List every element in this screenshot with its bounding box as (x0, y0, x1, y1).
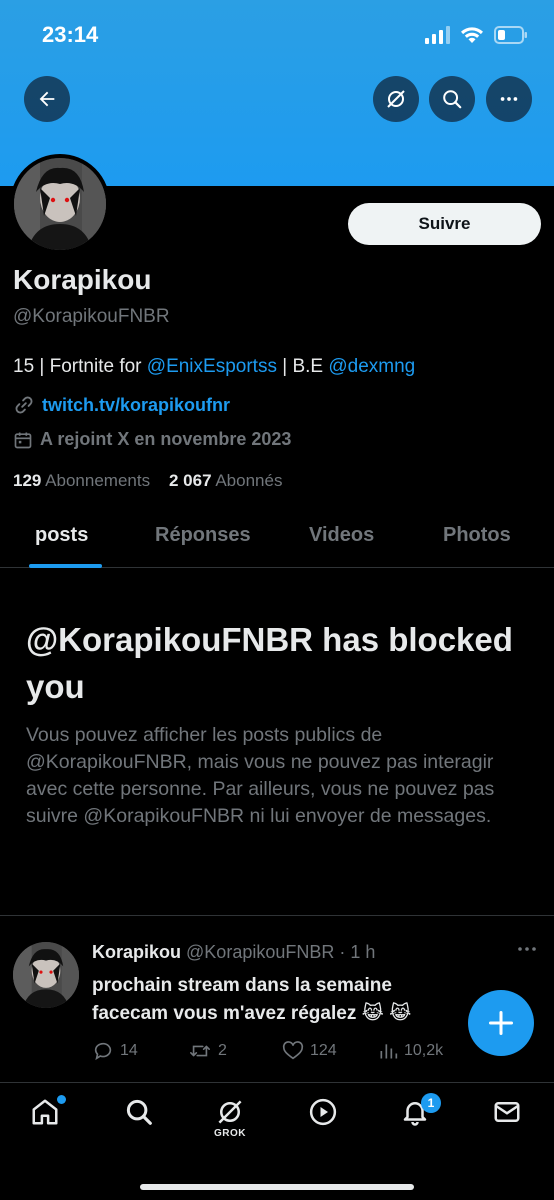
tweet-avatar[interactable] (13, 942, 79, 1008)
retweet-action[interactable]: 2 (188, 1040, 227, 1062)
battery-icon (494, 26, 527, 44)
following-count: 129 (13, 471, 42, 490)
profile-handle: @KorapikouFNBR (13, 306, 170, 327)
reply-icon (94, 1042, 112, 1061)
wifi-icon (461, 27, 483, 43)
followers-label: Abonnés (215, 471, 283, 490)
retweet-icon (190, 1045, 210, 1057)
like-count: 124 (310, 1042, 337, 1059)
bio-mention-enix[interactable]: @EnixEsportss (147, 356, 277, 377)
back-button[interactable] (24, 76, 70, 122)
divider (0, 915, 554, 916)
home-icon (32, 1099, 58, 1125)
bio-text-prefix: 15 | Fortnite for (13, 356, 147, 377)
nav-search[interactable] (111, 1097, 167, 1149)
tab-videos[interactable]: Videos (309, 524, 374, 547)
grok-icon (387, 90, 405, 108)
mail-icon (494, 1102, 520, 1122)
nav-notifications[interactable]: 1 (387, 1093, 443, 1149)
website-link[interactable]: twitch.tv/korapikoufnr (42, 395, 230, 416)
followers-count: 2 067 (168, 471, 212, 490)
calendar-icon (14, 432, 32, 448)
like-action[interactable]: 124 (282, 1040, 337, 1062)
tweet-header: Korapikou @KorapikouFNBR · 1 h (92, 942, 375, 963)
bio-text-middle: | B.E (276, 356, 329, 377)
search-icon (126, 1099, 152, 1125)
bio-mention-dexmng[interactable]: @dexmng (328, 356, 415, 377)
home-indicator (140, 1184, 414, 1190)
status-time: 23:14 (42, 22, 99, 47)
tweet-handle-time: @KorapikouFNBR · 1 h (186, 942, 376, 962)
following-label: Abonnements (45, 471, 151, 490)
active-tab-indicator (29, 564, 102, 568)
follow-button[interactable]: Suivre (348, 203, 541, 245)
signal-icon (425, 26, 450, 44)
tab-photos[interactable]: Photos (443, 524, 511, 547)
views-action[interactable]: 10,2k (378, 1040, 443, 1062)
reply-action[interactable]: 14 (92, 1040, 138, 1062)
website-row: twitch.tv/korapikoufnr (13, 394, 230, 416)
more-icon (518, 947, 536, 951)
retweet-count: 2 (218, 1042, 227, 1059)
avatar-image (13, 942, 79, 1008)
nav-video[interactable] (295, 1097, 351, 1149)
blocked-title: @KorapikouFNBR has blocked you (26, 621, 513, 705)
grok-label: GROK (214, 1128, 246, 1139)
home-unread-dot (57, 1095, 66, 1104)
play-icon (309, 1098, 337, 1126)
reply-count: 14 (120, 1042, 138, 1059)
display-name: Korapikou (13, 264, 152, 295)
views-count: 10,2k (404, 1042, 444, 1059)
following-link[interactable]: 129 Abonnements (13, 471, 150, 490)
like-icon (282, 1041, 304, 1060)
follow-counts: 129 Abonnements 2 067 Abonnés (13, 471, 282, 491)
joined-date: A rejoint X en novembre 2023 (40, 429, 292, 449)
search-button[interactable] (429, 76, 475, 122)
grok-button[interactable] (373, 76, 419, 122)
followers-link[interactable]: 2 067 Abonnés (169, 471, 282, 490)
tweet-text-line-1: prochain stream dans la semaine (92, 975, 392, 996)
more-icon (500, 97, 518, 101)
nav-home[interactable] (17, 1095, 73, 1149)
tab-posts[interactable]: posts (35, 524, 88, 547)
tweet-author-name[interactable]: Korapikou (92, 942, 181, 962)
profile-avatar[interactable] (10, 154, 110, 254)
notifications-badge: 1 (421, 1093, 441, 1113)
link-icon (15, 396, 33, 414)
avatar-image (14, 158, 106, 250)
search-icon (443, 90, 462, 109)
nav-grok[interactable]: GROK (202, 1097, 258, 1149)
bottom-nav: GROK 1 (0, 1082, 554, 1200)
status-bar: 23:14 (0, 0, 554, 70)
blocked-body: Vous pouvez afficher les posts publics d… (26, 724, 495, 827)
grok-icon (218, 1100, 242, 1124)
back-arrow-icon (39, 91, 55, 107)
tab-replies[interactable]: Réponses (155, 524, 251, 547)
compose-button[interactable] (468, 990, 534, 1056)
status-icons (424, 26, 528, 44)
tweet-text: prochain stream dans la semaine facecam … (92, 972, 492, 1028)
tweet-more-button[interactable] (516, 940, 538, 961)
tweet-text-line-2: facecam vous m'avez régalez 😹 😹 (92, 1003, 412, 1024)
nav-messages[interactable] (479, 1097, 535, 1149)
more-button[interactable] (486, 76, 532, 122)
profile-bio: 15 | Fortnite for @EnixEsportss | B.E @d… (13, 356, 415, 378)
views-icon (380, 1044, 398, 1059)
profile-tabs: posts Réponses Videos Photos (0, 508, 554, 568)
joined-row: A rejoint X en novembre 2023 (13, 429, 291, 450)
compose-plus-icon (488, 1010, 514, 1036)
